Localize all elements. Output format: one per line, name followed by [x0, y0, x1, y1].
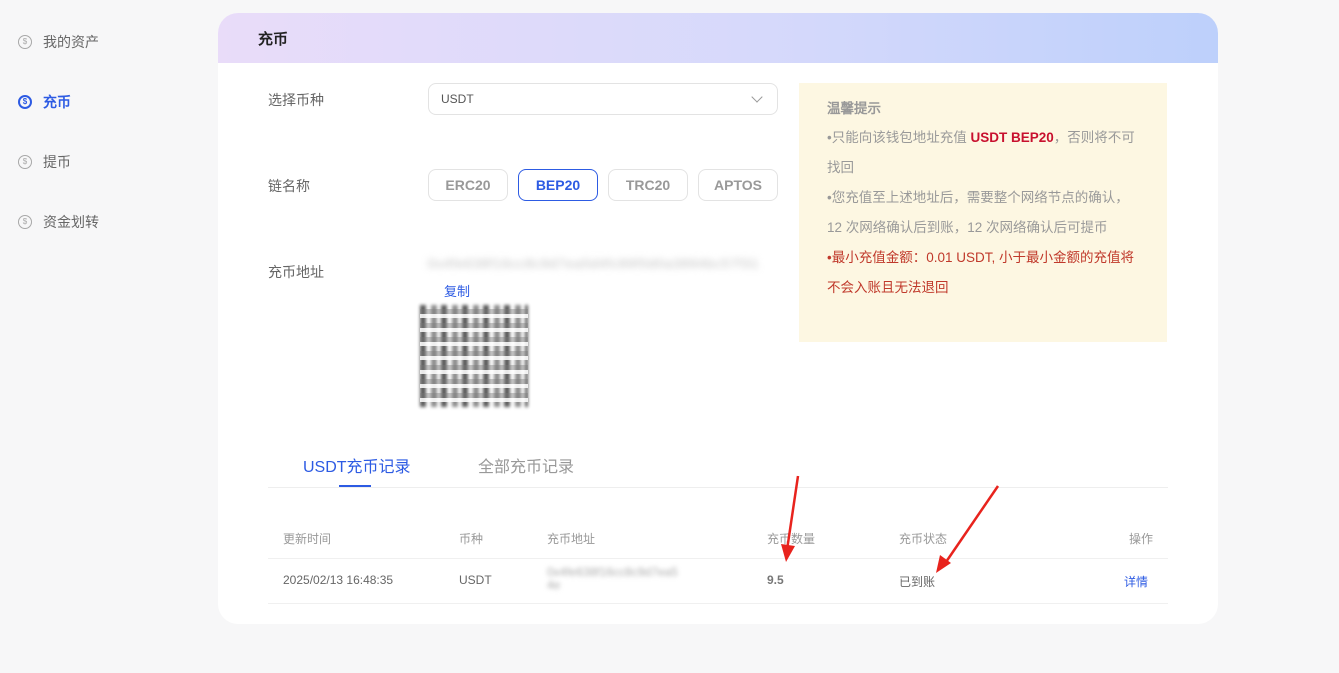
sidebar-item-transfer[interactable]: $ 资金划转 [18, 210, 99, 234]
chevron-down-icon [751, 91, 763, 103]
address-label: 充币地址 [268, 264, 324, 280]
cell-amount: 9.5 [767, 573, 784, 587]
dollar-circle-icon: $ [18, 35, 32, 49]
sidebar-item-assets[interactable]: $ 我的资产 [18, 30, 99, 54]
tabs-divider [268, 487, 1168, 488]
tips-line-1: •只能向该钱包地址充值 USDT BEP20，否则将不可找回 [827, 123, 1139, 183]
column-header-status: 充币状态 [899, 532, 948, 546]
sidebar-item-label: 提币 [43, 154, 71, 170]
qr-code-overlay [420, 305, 528, 407]
column-header-time: 更新时间 [283, 532, 332, 546]
cell-address-line-2: 4e [547, 578, 561, 592]
active-tab-indicator [339, 485, 371, 487]
coin-select-value: USDT [441, 92, 474, 106]
copy-button[interactable]: 复制 [444, 281, 470, 300]
table-row-divider [268, 603, 1168, 604]
sidebar-item-label: 资金划转 [43, 214, 99, 230]
tips-line-1-highlight: USDT BEP20 [970, 130, 1054, 145]
tips-title: 温馨提示 [827, 101, 881, 116]
tab-all-records[interactable]: 全部充币记录 [478, 453, 574, 477]
details-link[interactable]: 详情 [1124, 573, 1148, 590]
deposit-address: 0x4fe638f16cc8c9d7ea5d4fc89f0d0a3894bc57… [428, 256, 760, 271]
cell-address-line-1: 0x4fe638f16cc8c9d7ea5 [547, 565, 678, 579]
chain-option-trc20[interactable]: TRC20 [608, 169, 688, 201]
transfer-icon: $ [18, 215, 32, 229]
tips-panel: 温馨提示 •只能向该钱包地址充值 USDT BEP20，否则将不可找回 •您充值… [799, 83, 1167, 342]
sidebar-item-label: 充币 [43, 94, 71, 110]
chain-option-bep20[interactable]: BEP20 [518, 169, 598, 201]
tab-usdt-records[interactable]: USDT充币记录 [303, 453, 411, 477]
withdraw-icon: $ [18, 155, 32, 169]
column-header-amount: 充币数量 [767, 532, 816, 546]
cell-coin: USDT [459, 573, 492, 587]
column-header-coin: 币种 [459, 532, 484, 546]
tips-line-1-prefix: •只能向该钱包地址充值 [827, 130, 971, 145]
chain-option-erc20[interactable]: ERC20 [428, 169, 508, 201]
sidebar-item-withdraw[interactable]: $ 提币 [18, 150, 71, 174]
table-header-divider [268, 558, 1168, 559]
deposit-icon: $ [18, 95, 32, 109]
coin-select[interactable]: USDT [428, 83, 778, 115]
cell-status: 已到账 [899, 575, 936, 589]
cell-address: 0x4fe638f16cc8c9d7ea5 4e [547, 566, 707, 592]
sidebar-item-deposit[interactable]: $ 充币 [18, 90, 71, 114]
deposit-card: 充币 选择币种 USDT 链名称 ERC20 BEP20 TRC20 APTOS… [218, 13, 1218, 624]
column-header-action: 操作 [1129, 532, 1154, 546]
chain-label: 链名称 [268, 178, 310, 194]
tips-line-2: •您充值至上述地址后，需要整个网络节点的确认，12 次网络确认后到账，12 次网… [827, 190, 1129, 235]
coin-label: 选择币种 [268, 92, 324, 108]
cell-time: 2025/02/13 16:48:35 [283, 573, 394, 587]
sidebar-item-label: 我的资产 [43, 34, 99, 50]
tips-line-3: •最小充值金额：0.01 USDT, 小于最小金额的充值将不会入账且无法退回 [827, 250, 1135, 295]
column-header-address: 充币地址 [547, 532, 596, 546]
chain-option-aptos[interactable]: APTOS [698, 169, 778, 201]
page-title: 充币 [218, 13, 1218, 63]
